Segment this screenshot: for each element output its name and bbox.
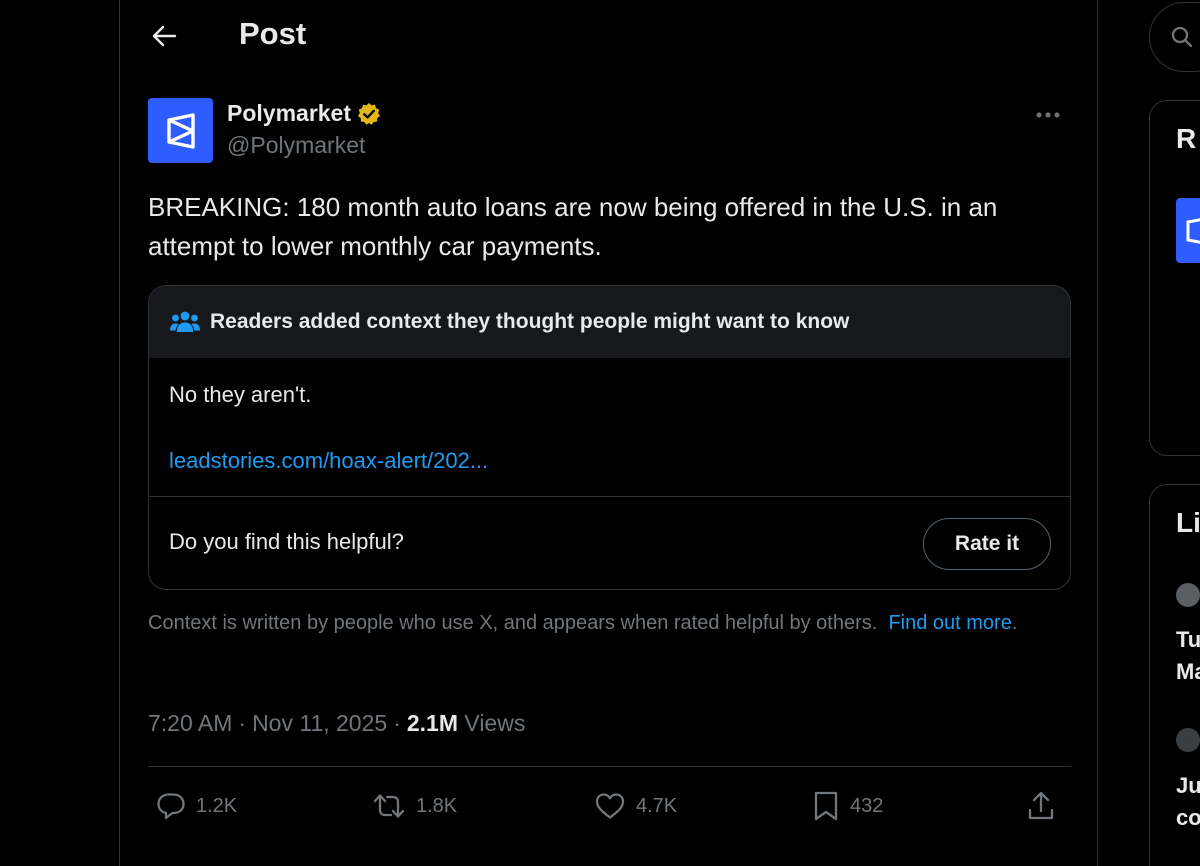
- author-handle[interactable]: @Polymarket: [227, 132, 365, 159]
- community-note-footer: Do you find this helpful? Rate it: [149, 497, 1070, 589]
- rate-it-button[interactable]: Rate it: [923, 518, 1051, 570]
- right-panel-2-item-1-line-2[interactable]: Ma: [1176, 656, 1200, 688]
- avatar[interactable]: [1176, 728, 1200, 752]
- community-note-body: No they aren't. leadstories.com/hoax-ale…: [149, 358, 1070, 497]
- main-column: Post Polymarket @Polymarket BREAKING: 18…: [119, 0, 1098, 866]
- community-note-heading: Readers added context they thought peopl…: [210, 310, 850, 333]
- search-input[interactable]: [1149, 2, 1200, 72]
- context-disclaimer: Context is written by people who use X, …: [148, 612, 1018, 634]
- back-button[interactable]: [142, 14, 186, 58]
- reply-button[interactable]: 1.2K: [156, 778, 237, 834]
- author-display-name[interactable]: Polymarket: [227, 100, 351, 127]
- community-note-link[interactable]: leadstories.com/hoax-alert/202...: [169, 448, 488, 474]
- share-button[interactable]: [1026, 778, 1056, 834]
- right-panel-1-title: R: [1176, 123, 1197, 154]
- like-button[interactable]: 4.7K: [594, 778, 677, 834]
- context-disclaimer-text: Context is written by people who use X, …: [148, 612, 878, 634]
- right-panel-1: R: [1149, 100, 1200, 456]
- community-note-text: No they aren't.: [169, 382, 312, 407]
- repost-button[interactable]: 1.8K: [372, 778, 457, 834]
- meta-separator: ·: [238, 710, 247, 736]
- polymarket-logo-icon: [166, 112, 195, 149]
- bookmark-count: 432: [850, 794, 884, 817]
- right-panel-2-title: Li: [1176, 507, 1200, 538]
- reply-icon: [157, 793, 185, 820]
- page-title: Post: [239, 16, 307, 51]
- arrow-left-icon: [152, 25, 177, 47]
- find-out-more-link[interactable]: Find out more: [888, 612, 1011, 634]
- divider: [148, 766, 1071, 767]
- right-panel-1-avatar[interactable]: [1176, 198, 1200, 263]
- repost-icon: [373, 794, 405, 818]
- post-time[interactable]: 7:20 AM: [148, 710, 232, 737]
- author-name-row[interactable]: Polymarket: [227, 100, 381, 127]
- avatar[interactable]: [148, 98, 213, 163]
- meta-separator: ·: [393, 710, 401, 736]
- right-panel-2-item-2-line-2[interactable]: co: [1176, 802, 1200, 834]
- heart-icon: [595, 793, 625, 819]
- like-count: 4.7K: [636, 794, 678, 817]
- header: Post: [120, 0, 1097, 72]
- people-icon: [170, 311, 200, 332]
- bookmark-button[interactable]: 432: [812, 778, 883, 834]
- post-date[interactable]: Nov 11, 2025: [252, 710, 387, 737]
- post-meta: 7:20 AM · Nov 11, 2025 · 2.1M Views: [148, 710, 525, 737]
- helpful-question: Do you find this helpful?: [169, 529, 404, 554]
- search-icon: [1171, 26, 1193, 48]
- post-text: BREAKING: 180 month auto loans are now b…: [148, 192, 998, 261]
- post-author: Polymarket @Polymarket: [148, 98, 1068, 164]
- community-note-header: Readers added context they thought peopl…: [149, 286, 1070, 358]
- right-panel-2: Li Tu Ma Ju co: [1149, 484, 1200, 866]
- more-options-button[interactable]: [1028, 100, 1068, 130]
- community-note: Readers added context they thought peopl…: [148, 285, 1071, 590]
- right-panel-2-item-2-line-1[interactable]: Ju: [1176, 770, 1200, 802]
- views-count: 2.1M: [406, 710, 458, 736]
- right-panel-2-item-1-line-1[interactable]: Tu: [1176, 624, 1200, 656]
- action-bar: 1.2K 1.8K 4.7K 432: [148, 778, 1071, 834]
- views-label: Views: [464, 710, 526, 736]
- reply-count: 1.2K: [196, 794, 238, 817]
- repost-count: 1.8K: [416, 794, 458, 817]
- more-horizontal-icon: [1036, 112, 1060, 118]
- verified-badge-icon: [358, 102, 381, 125]
- share-icon: [1028, 791, 1054, 820]
- avatar[interactable]: [1176, 583, 1200, 607]
- polymarket-logo-icon: [1186, 218, 1200, 244]
- bookmark-icon: [814, 791, 838, 821]
